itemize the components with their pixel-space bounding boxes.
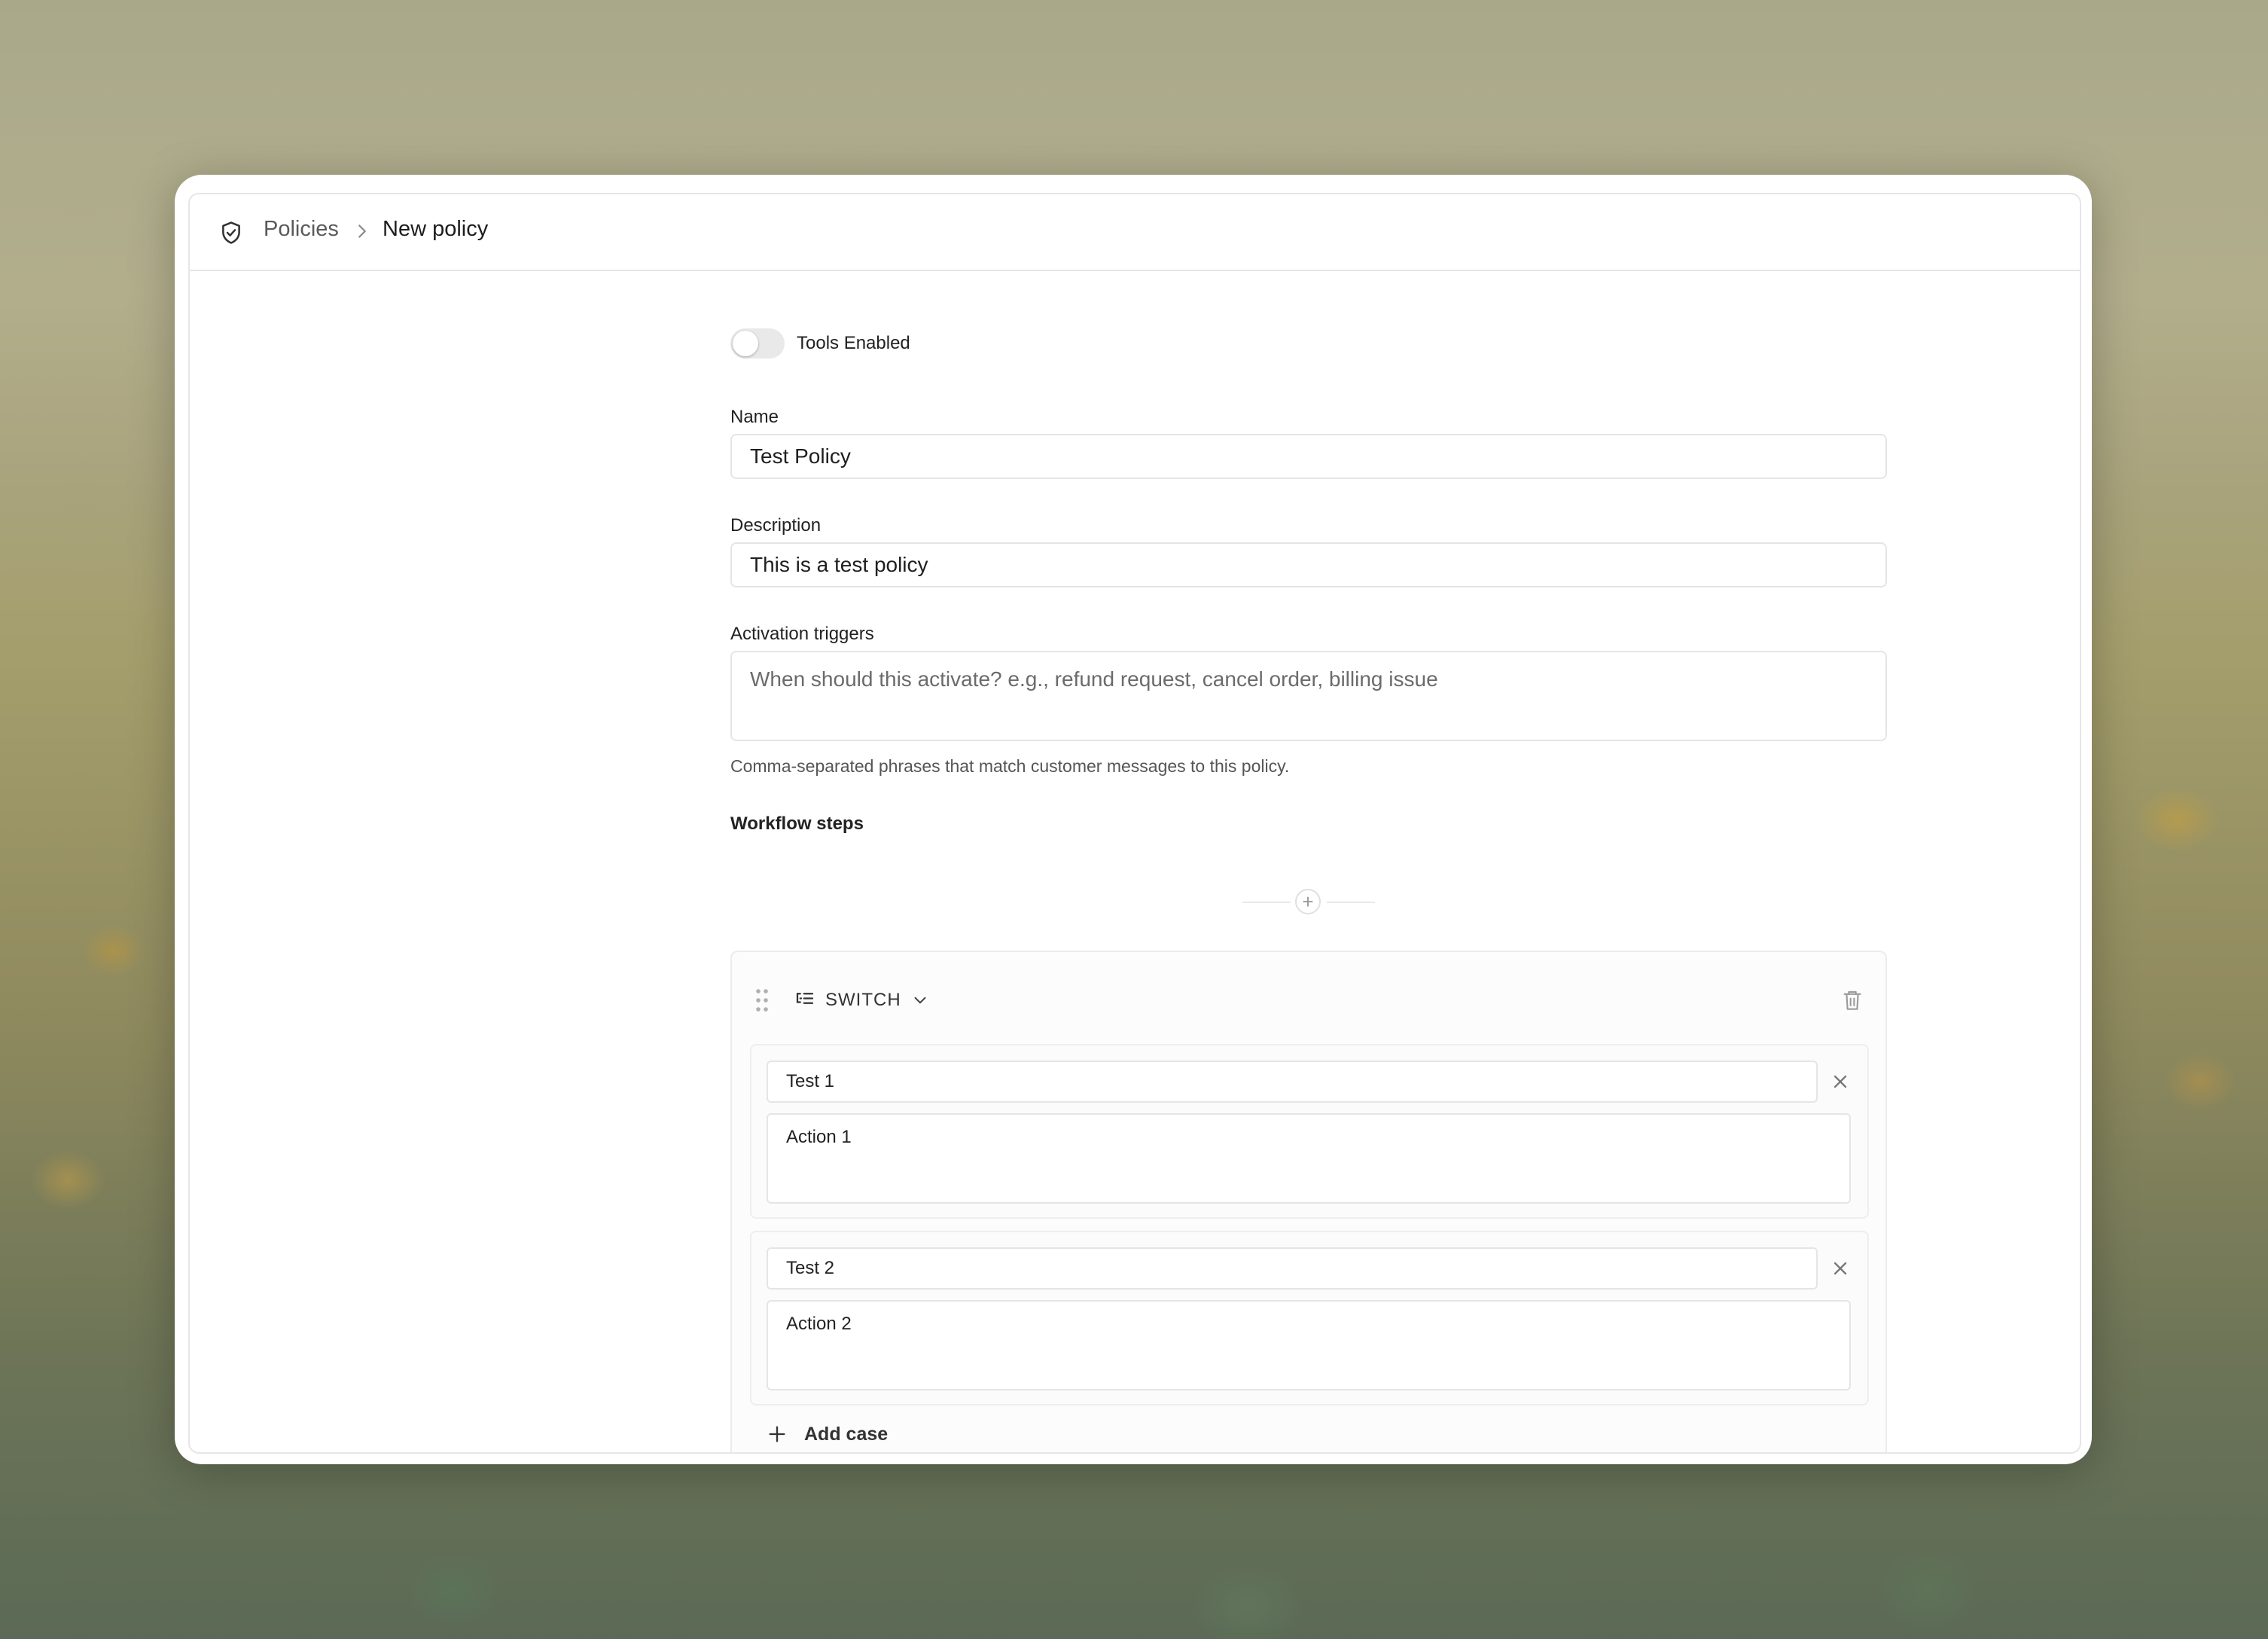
- toggle-knob: [733, 331, 758, 356]
- drag-handle-icon[interactable]: [754, 988, 770, 1012]
- workflow-step-switch: SWITCH Action 1: [730, 951, 1887, 1452]
- switch-list-icon: [796, 993, 814, 1004]
- description-label: Description: [730, 515, 822, 536]
- close-icon[interactable]: [1830, 1071, 1851, 1092]
- case-action-textarea[interactable]: Action 2: [767, 1300, 1851, 1390]
- breadcrumb-current-page: New policy: [383, 217, 489, 241]
- app-window: Policies New policy Tools Enabled Name D…: [175, 175, 2092, 1464]
- case-condition-input[interactable]: [767, 1247, 1818, 1290]
- trash-icon[interactable]: [1842, 988, 1863, 1012]
- activation-triggers-textarea[interactable]: [730, 651, 1887, 741]
- tools-enabled-label: Tools Enabled: [797, 333, 910, 353]
- plus-icon: [769, 1426, 785, 1442]
- activation-triggers-label: Activation triggers: [730, 624, 874, 644]
- add-case-label: Add case: [804, 1423, 889, 1445]
- add-case-button[interactable]: Add case: [767, 1419, 888, 1449]
- breadcrumb: Policies New policy: [190, 194, 2080, 271]
- add-step-button[interactable]: +: [1295, 889, 1321, 914]
- shield-check-icon: [222, 221, 240, 244]
- breadcrumb-policies-link[interactable]: Policies: [264, 217, 339, 242]
- activation-triggers-helper: Comma-separated phrases that match custo…: [730, 756, 1290, 776]
- switch-case: Action 1: [750, 1044, 1869, 1219]
- add-step-divider: +: [1242, 889, 1375, 916]
- step-type-dropdown[interactable]: SWITCH: [794, 984, 930, 1017]
- case-action-textarea[interactable]: Action 1: [767, 1113, 1851, 1204]
- close-icon[interactable]: [1830, 1258, 1851, 1279]
- name-input[interactable]: [730, 434, 1887, 479]
- description-input[interactable]: [730, 542, 1887, 588]
- chevron-down-icon: [914, 997, 926, 1004]
- workflow-steps-label: Workflow steps: [730, 813, 864, 834]
- switch-case: Action 2: [750, 1231, 1869, 1406]
- page-panel: Policies New policy Tools Enabled Name D…: [188, 193, 2081, 1454]
- tools-enabled-toggle[interactable]: [730, 328, 785, 359]
- case-condition-input[interactable]: [767, 1061, 1818, 1103]
- chevron-right-icon: [358, 224, 366, 238]
- step-type-label: SWITCH: [825, 990, 901, 1010]
- name-label: Name: [730, 407, 779, 427]
